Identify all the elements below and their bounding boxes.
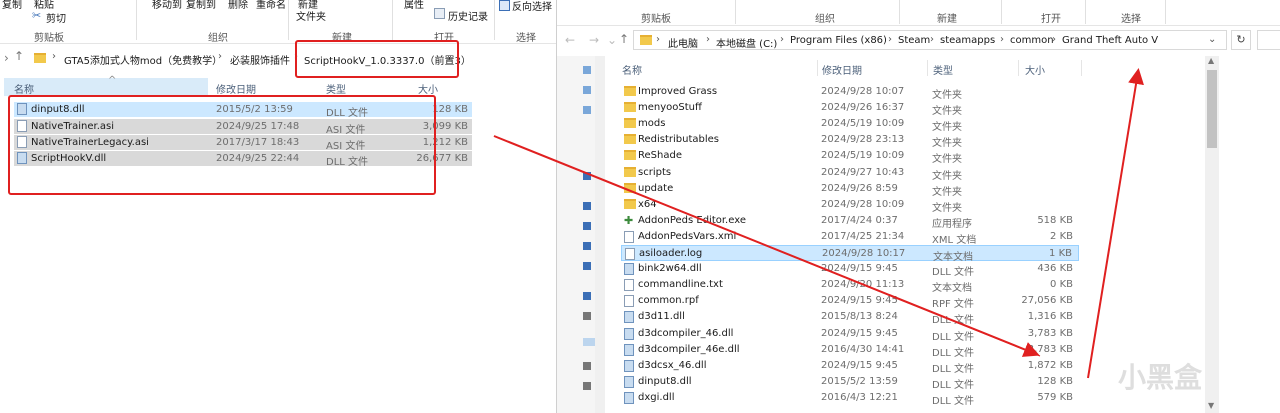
annotation-arrows [493,68,1144,379]
arrow-to-path [1087,68,1144,379]
watermark: 小黑盒 [1118,361,1203,394]
arrow-diagonal [493,135,1040,357]
